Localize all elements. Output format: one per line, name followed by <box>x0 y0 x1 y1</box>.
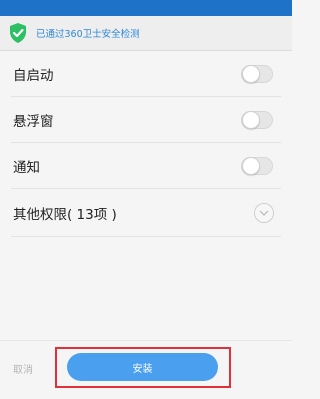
notification-toggle[interactable] <box>241 156 273 175</box>
permission-row-other[interactable]: 其他权限( 13项 ) <box>11 189 281 237</box>
toggle-knob <box>242 64 260 83</box>
security-banner: 已通过360卫士安全检测 <box>0 16 292 51</box>
shield-check-icon <box>10 23 26 43</box>
floating-window-toggle[interactable] <box>241 110 273 129</box>
security-text: 已通过360卫士安全检测 <box>36 29 140 40</box>
chevron-down-icon[interactable] <box>254 202 274 223</box>
status-bar <box>0 0 292 16</box>
permission-row-notification: 通知 <box>11 143 281 189</box>
autostart-toggle[interactable] <box>241 64 273 83</box>
permission-label: 自启动 <box>13 67 54 84</box>
install-button[interactable]: 安装 <box>67 353 218 381</box>
permission-row-autostart: 自启动 <box>11 51 281 97</box>
cancel-button[interactable]: 取消 <box>13 361 33 376</box>
chevron-down-glyph <box>259 210 269 216</box>
permission-label: 悬浮窗 <box>13 113 54 130</box>
permission-list: 自启动 悬浮窗 通知 其他权限( 13项 ) <box>0 51 292 237</box>
footer-divider <box>0 340 292 341</box>
permission-row-floating-window: 悬浮窗 <box>11 97 281 143</box>
permission-label: 通知 <box>13 159 40 176</box>
toggle-knob <box>242 110 260 129</box>
permission-label: 其他权限( 13项 ) <box>13 206 117 223</box>
toggle-knob <box>242 156 260 175</box>
